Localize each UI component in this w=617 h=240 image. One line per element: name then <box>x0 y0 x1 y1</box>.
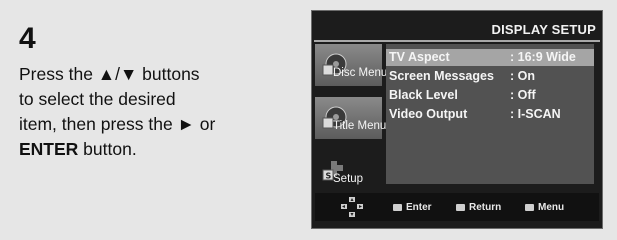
instruction-line-4: ENTER button. <box>19 137 279 162</box>
instruction-line-4-rest: button. <box>78 139 137 159</box>
menu-hint-label: Menu <box>538 202 565 213</box>
setting-value: : On <box>510 69 535 83</box>
instruction-panel: 4 Press the ▲/▼ buttons to select the de… <box>0 0 617 240</box>
setting-label: Black Level <box>389 88 458 102</box>
step-number: 4 <box>19 22 36 55</box>
setting-row-black-level[interactable]: Black Level : Off <box>386 87 594 104</box>
svg-text:S: S <box>326 172 332 181</box>
setting-row-screen-messages[interactable]: Screen Messages : On <box>386 68 594 85</box>
setting-label: Video Output <box>389 107 468 121</box>
setting-row-video-output[interactable]: Video Output : I-SCAN <box>386 106 594 123</box>
setting-label: Screen Messages <box>389 69 494 83</box>
return-hint-label: Return <box>469 202 502 213</box>
settings-list: TV Aspect : 16:9 Wide Screen Messages : … <box>386 44 594 184</box>
instruction-line-1: Press the ▲/▼ buttons <box>19 64 200 84</box>
side-tab-setup[interactable]: S Setup <box>315 150 382 192</box>
side-tab-label: Title Menu <box>333 120 387 132</box>
return-button-icon <box>456 204 465 211</box>
enter-keyword: ENTER <box>19 139 79 159</box>
instruction-line-3: item, then press the ► or <box>19 114 216 134</box>
side-tab-label: Disc Menu <box>333 67 388 79</box>
setting-value: : I-SCAN <box>510 107 561 121</box>
menu-hint: Menu <box>525 202 564 213</box>
navigation-arrows-icon <box>340 196 364 221</box>
button-hint-bar: Enter Return Menu <box>315 193 599 221</box>
setting-row-tv-aspect[interactable]: TV Aspect : 16:9 Wide <box>386 49 594 66</box>
setting-label: TV Aspect <box>389 50 450 64</box>
side-tab-label: Setup <box>333 173 364 185</box>
setting-value: : 16:9 Wide <box>510 50 576 64</box>
step-instructions: Press the ▲/▼ buttons to select the desi… <box>19 62 279 162</box>
menu-button-icon <box>525 204 534 211</box>
side-tab-title-menu[interactable]: Title Menu <box>315 97 386 139</box>
setting-value: : Off <box>510 88 536 102</box>
instruction-line-2: to select the desired <box>19 89 176 109</box>
display-setup-screen: DISPLAY SETUP Disc Menu Title Menu S Set… <box>311 10 603 229</box>
enter-hint-label: Enter <box>406 202 432 213</box>
enter-button-icon <box>393 204 402 211</box>
enter-hint: Enter <box>393 202 432 213</box>
return-hint: Return <box>456 202 501 213</box>
side-tab-disc-menu[interactable]: Disc Menu <box>315 44 387 86</box>
title-divider <box>314 40 600 42</box>
screen-title: DISPLAY SETUP <box>491 22 596 37</box>
